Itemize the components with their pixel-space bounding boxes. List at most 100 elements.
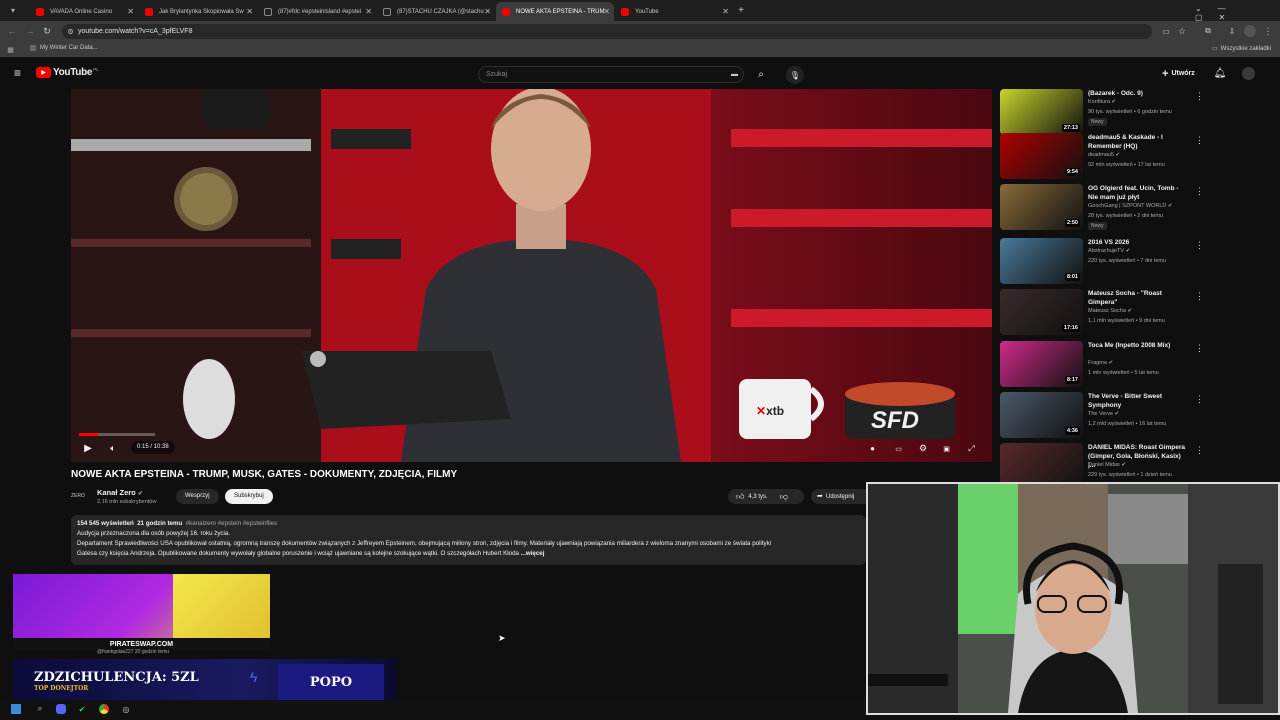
recommendation-channel[interactable]: Daniel Midas ✔: [1088, 462, 1126, 468]
bookmark-item[interactable]: My Winter Car Data...: [30, 45, 98, 51]
recommendation-title[interactable]: deadmau5 & Kaskade - I Remember (HQ): [1088, 133, 1188, 151]
recommendation-channel[interactable]: deadmau5 ✔: [1088, 152, 1120, 158]
recommendation-thumbnail[interactable]: 17:16: [1000, 289, 1083, 335]
autoplay-toggle-icon[interactable]: ●: [867, 443, 878, 454]
recommendation-channel[interactable]: GoochGang | SZPONT WORLD ✔: [1088, 203, 1173, 209]
close-icon[interactable]: ✕: [365, 7, 372, 16]
subtitles-icon[interactable]: ▭: [893, 443, 904, 454]
hashtags[interactable]: #kanalzero #epstein #epsteinfiles: [186, 520, 278, 527]
dislike-icon[interactable]: 👎︎: [780, 492, 788, 502]
more-options-icon[interactable]: ⋮: [1195, 445, 1204, 456]
volume-icon[interactable]: 🔈︎: [107, 442, 119, 454]
notifications-bell-icon[interactable]: 🔔︎: [1213, 66, 1227, 80]
reload-icon[interactable]: ↻: [41, 25, 53, 37]
browser-tab[interactable]: YouTube ✕: [615, 2, 733, 21]
show-more-link[interactable]: ...więcej: [521, 550, 545, 557]
close-icon[interactable]: ✕: [484, 7, 491, 16]
profile-avatar[interactable]: [1244, 25, 1256, 37]
browser-tab[interactable]: (87)#fdc #epsteinisland #epstei ✕: [258, 2, 376, 21]
extensions-icon[interactable]: ⧉: [1202, 25, 1214, 37]
tab-search-icon[interactable]: ▾: [8, 5, 18, 15]
search-input[interactable]: Szukaj: [478, 66, 744, 83]
channel-avatar[interactable]: ZERO: [71, 488, 91, 504]
recommendation-channel[interactable]: The Verve ✔: [1088, 411, 1119, 417]
recommendation-thumbnail[interactable]: 8:17: [1000, 341, 1083, 387]
more-options-icon[interactable]: ⋮: [1195, 135, 1204, 146]
more-options-icon[interactable]: ⋮: [1195, 291, 1204, 302]
recommendation-title[interactable]: (Bazarek - Odc. 9): [1088, 89, 1188, 98]
forward-icon[interactable]: →: [24, 25, 36, 37]
progress-bar[interactable]: [79, 433, 155, 436]
recommendation-thumbnail[interactable]: 4:36: [1000, 392, 1083, 438]
more-options-icon[interactable]: ⋮: [1195, 186, 1204, 197]
window-controls[interactable]: ⌄—▢✕: [1195, 4, 1280, 22]
back-icon[interactable]: ←: [6, 25, 18, 37]
search-taskbar-icon[interactable]: ⌕: [35, 704, 45, 714]
support-button[interactable]: Wesprzyj: [176, 489, 219, 504]
more-options-icon[interactable]: ⋮: [1195, 91, 1204, 102]
site-info-icon[interactable]: ⚙: [66, 27, 75, 36]
new-tab-icon[interactable]: +: [736, 4, 746, 16]
menu-icon[interactable]: ⋮: [1262, 25, 1274, 37]
bookmark-star-icon[interactable]: ☆: [1176, 25, 1188, 37]
close-icon[interactable]: ✕: [246, 7, 253, 16]
settings-gear-icon[interactable]: ⚙: [917, 442, 929, 454]
app-icon[interactable]: ✔: [77, 704, 87, 714]
address-bar[interactable]: youtube.com/watch?v=cA_3pfELVF8: [62, 24, 1152, 39]
subscribe-button[interactable]: Subskrybuj: [225, 489, 273, 504]
close-icon[interactable]: ✕: [603, 7, 610, 16]
recommendation-title[interactable]: Mateusz Socha - "Roast Gimpera": [1088, 289, 1188, 307]
close-icon[interactable]: ✕: [722, 7, 729, 16]
start-icon[interactable]: [11, 704, 21, 714]
browser-tab-active[interactable]: NOWE AKTA EPSTEINA - TRUM ✕: [496, 2, 614, 21]
recommendation-thumbnail[interactable]: 9:54: [1000, 133, 1083, 179]
more-options-icon[interactable]: ⋮: [1195, 394, 1204, 405]
recommendation-item[interactable]: 8:17 Toca Me (Inpetto 2008 Mix) Fragma ✔ 1 …: [1000, 341, 1270, 387]
video-player[interactable]: ✕xtb SFD: [71, 89, 992, 462]
more-options-icon[interactable]: ⋮: [1195, 240, 1204, 251]
account-avatar[interactable]: [1242, 67, 1255, 80]
youtube-logo[interactable]: ▶ YouTube PL: [36, 67, 99, 78]
recommendation-channel[interactable]: AbstrachujeTV ✔: [1088, 248, 1130, 254]
search-icon[interactable]: ⌕: [753, 67, 769, 82]
recommendation-item[interactable]: 2:50 OG Olgierd feat. Ucin, Tomb - Nie ma…: [1000, 184, 1270, 230]
recommendation-channel[interactable]: Fragma ✔: [1088, 360, 1113, 366]
browser-tab[interactable]: VAVADA Online Casino ✕: [30, 2, 138, 21]
recommendation-thumbnail[interactable]: 2:50: [1000, 184, 1083, 230]
recommendation-item[interactable]: 9:54 deadmau5 & Kaskade - I Remember (HQ)…: [1000, 133, 1270, 179]
create-button[interactable]: + Utwórz: [1162, 66, 1195, 81]
recommendation-channel[interactable]: Konfitura ✔: [1088, 99, 1116, 105]
channel-name[interactable]: Kanał Zero ✔: [97, 488, 143, 497]
cast-icon[interactable]: ▭: [1160, 25, 1172, 37]
more-options-icon[interactable]: ⋮: [1195, 343, 1204, 354]
recommendation-item[interactable]: 27:13 (Bazarek - Odc. 9) Konfitura ✔ 90 tys…: [1000, 89, 1270, 135]
recommendation-item[interactable]: 17:16 Mateusz Socha - "Roast Gimpera" Mate…: [1000, 289, 1270, 335]
browser-tab[interactable]: Jak Brylantynka Skopiowała Sw ✕: [139, 2, 257, 21]
recommendation-thumbnail[interactable]: 8:01: [1000, 238, 1083, 284]
obs-icon[interactable]: ◎: [121, 704, 131, 714]
recommendation-title[interactable]: The Verve - Bitter Sweet Symphony: [1088, 392, 1188, 410]
chrome-icon[interactable]: [99, 704, 109, 714]
recommendation-thumbnail[interactable]: 27:13: [1000, 89, 1083, 135]
recommendation-item[interactable]: 4:36 The Verve - Bitter Sweet Symphony The…: [1000, 392, 1270, 438]
like-icon[interactable]: 👍︎: [736, 492, 744, 502]
all-bookmarks[interactable]: ▭ Wszystkie zakładki: [1212, 45, 1271, 52]
miniplayer-icon[interactable]: ▣: [941, 443, 952, 454]
fullscreen-icon[interactable]: ⤢: [966, 443, 977, 454]
voice-search-icon[interactable]: 🎙︎: [786, 66, 804, 84]
play-icon[interactable]: ▶: [82, 442, 94, 454]
recommendation-title[interactable]: Toca Me (Inpetto 2008 Mix): [1088, 341, 1188, 350]
comment-user[interactable]: @frankgolas227: [97, 649, 134, 655]
discord-icon[interactable]: [56, 704, 66, 714]
download-icon[interactable]: ⇩: [1226, 25, 1238, 37]
browser-tab[interactable]: (87)STACHU CZAJKA (@stachu ✕: [377, 2, 495, 21]
recommendation-title[interactable]: 2016 VS 2026: [1088, 238, 1188, 247]
close-icon[interactable]: ✕: [127, 7, 134, 16]
recommendation-title[interactable]: OG Olgierd feat. Ucin, Tomb - Nie mam ju…: [1088, 184, 1188, 202]
apps-grid-icon[interactable]: ▦: [6, 45, 15, 54]
description-box[interactable]: 154 545 wyświetleń 21 godzin temu #kanal…: [71, 515, 866, 565]
ad-banner[interactable]: PIRATESWAP.COM: [13, 574, 270, 651]
hamburger-menu-icon[interactable]: ≡: [11, 66, 24, 80]
keyboard-icon[interactable]: ▬: [729, 70, 740, 79]
recommendation-channel[interactable]: Mateusz Socha ✔: [1088, 308, 1132, 314]
